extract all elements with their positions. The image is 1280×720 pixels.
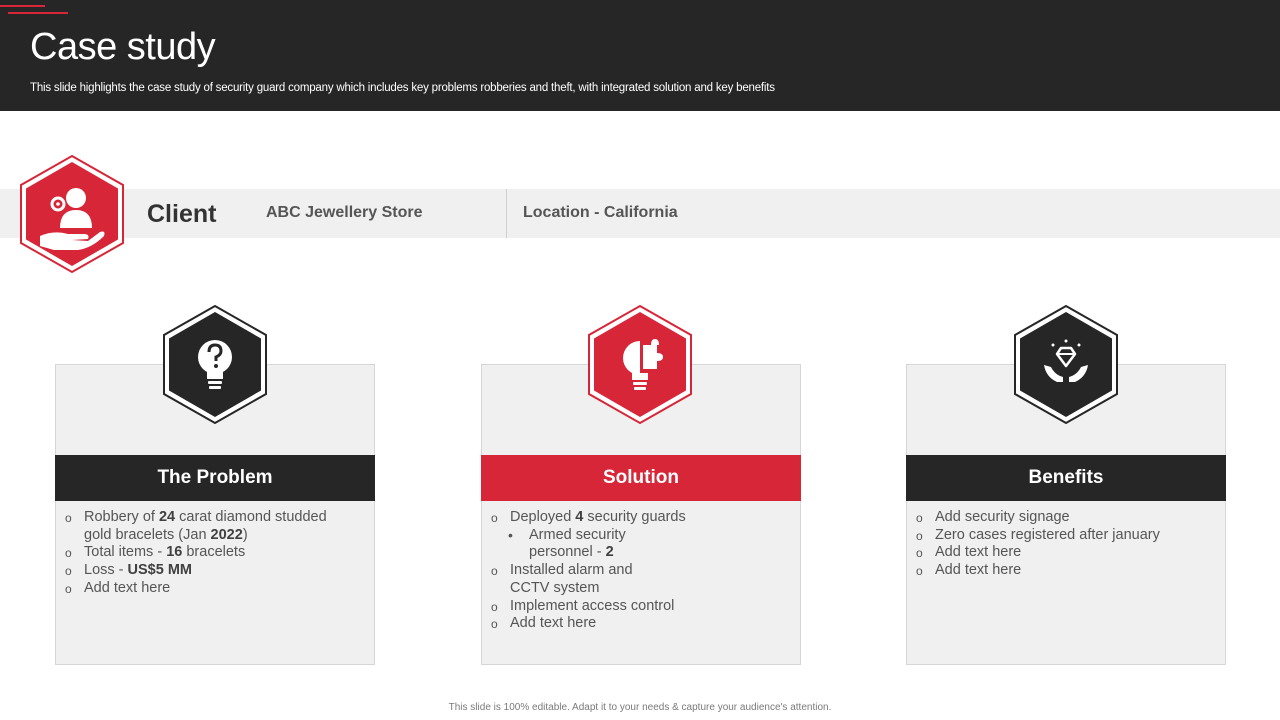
benefits-heading: Benefits	[906, 455, 1226, 501]
list-item: Add text here	[906, 544, 1206, 562]
slide-title: Case study	[30, 26, 216, 68]
list-item: Add security signage	[906, 509, 1206, 527]
list-subitem: Armed security personnel - 2	[481, 527, 691, 562]
benefits-list: Add security signage Zero cases register…	[906, 509, 1206, 581]
problem-heading: The Problem	[55, 455, 375, 501]
list-item: Zero cases registered after january	[906, 527, 1206, 545]
client-label: Client	[147, 200, 217, 228]
client-name: ABC Jewellery Store	[266, 204, 423, 221]
client-icon	[20, 154, 124, 274]
header-bar: Case study This slide highlights the cas…	[0, 0, 1280, 111]
question-bulb-icon	[163, 305, 267, 424]
puzzle-bulb-icon	[588, 305, 692, 424]
problem-list: Robbery of 24 carat diamond studded gold…	[55, 509, 355, 598]
list-item: Add text here	[906, 562, 1206, 580]
list-item: Deployed 4 security guards	[481, 509, 691, 527]
list-item: Add text here	[481, 615, 691, 633]
list-item: Implement access control	[481, 598, 691, 616]
list-item: Installed alarm and CCTV system	[481, 562, 691, 597]
list-item: Loss - US$5 MM	[55, 562, 355, 580]
header-accent-line-2	[8, 12, 68, 14]
solution-heading: Solution	[481, 455, 801, 501]
list-item: Total items - 16 bracelets	[55, 544, 355, 562]
client-location: Location - California	[523, 204, 678, 221]
list-item: Robbery of 24 carat diamond studded gold…	[55, 509, 355, 544]
footer-note: This slide is 100% editable. Adapt it to…	[448, 702, 832, 713]
diamond-hands-icon	[1014, 305, 1118, 424]
client-divider	[506, 189, 507, 238]
slide-subtitle: This slide highlights the case study of …	[30, 82, 775, 94]
solution-list: Deployed 4 security guards Armed securit…	[481, 509, 691, 634]
header-accent-line-1	[0, 5, 45, 7]
list-item: Add text here	[55, 580, 355, 598]
